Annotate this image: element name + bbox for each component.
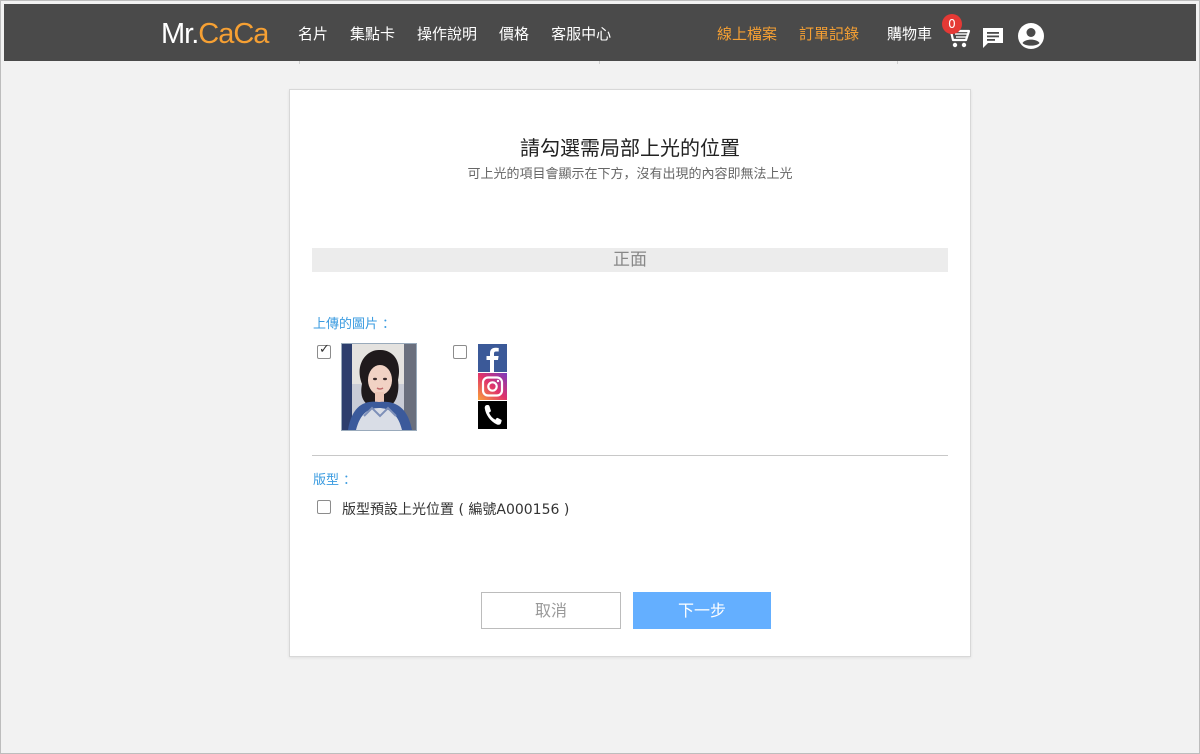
social-icons-checkbox[interactable]: [453, 345, 467, 359]
logo-caca: CaCa: [198, 18, 269, 50]
nav-pricing[interactable]: 價格: [499, 23, 529, 44]
section-divider: [312, 455, 948, 456]
uploaded-images-label: 上傳的圖片 ：: [313, 317, 396, 332]
nav-customer-service[interactable]: 客服中心: [551, 23, 611, 44]
social-icons-image: [478, 344, 507, 429]
gloss-position-dialog: 請勾選需局部上光的位置 可上光的項目會顯示在下方，沒有出現的內容即無法上光 正面…: [289, 89, 971, 657]
nav-separator: [299, 61, 300, 64]
side-header-front: 正面: [312, 248, 948, 272]
cancel-button[interactable]: 取消: [481, 592, 621, 629]
top-navbar: Mr.CaCa 名片 集點卡 操作說明 價格 客服中心 線上檔案 訂單記錄 購物…: [4, 4, 1196, 61]
logo[interactable]: Mr.CaCa: [161, 18, 269, 50]
nav-separator: [599, 61, 600, 64]
logo-mr: Mr.: [161, 18, 199, 50]
template-gloss-option[interactable]: 版型預設上光位置 ( 編號A000156 ): [342, 499, 569, 519]
nav-online-files[interactable]: 線上檔案: [717, 23, 777, 44]
photo-checkbox[interactable]: ✓: [317, 342, 331, 359]
nav-loyalty-card[interactable]: 集點卡: [350, 23, 395, 44]
dialog-title: 請勾選需局部上光的位置: [520, 136, 740, 160]
nav-separator: [897, 61, 898, 64]
portrait-image: [342, 344, 416, 430]
template-label: 版型 ：: [313, 473, 357, 488]
message-icon[interactable]: [981, 26, 1005, 50]
checkmark-icon: ✓: [319, 342, 330, 357]
main-nav: 名片 集點卡 操作說明 價格 客服中心: [298, 23, 611, 44]
social-icons-thumbnail[interactable]: [478, 344, 507, 429]
nav-cart-label[interactable]: 購物車: [887, 23, 932, 44]
cart-count-badge: 0: [942, 14, 962, 34]
next-step-button[interactable]: 下一步: [633, 592, 771, 629]
browser-frame: Mr.CaCa 名片 集點卡 操作說明 價格 客服中心 線上檔案 訂單記錄 購物…: [0, 0, 1200, 754]
nav-order-history[interactable]: 訂單記錄: [799, 23, 859, 44]
account-nav: 線上檔案 訂單記錄: [717, 23, 859, 44]
account-icon[interactable]: [1017, 22, 1045, 50]
nav-business-card[interactable]: 名片: [298, 23, 328, 44]
uploaded-photo-thumbnail[interactable]: [341, 343, 417, 431]
template-gloss-checkbox[interactable]: [317, 500, 331, 514]
nav-instructions[interactable]: 操作說明: [417, 23, 477, 44]
dialog-subtitle: 可上光的項目會顯示在下方，沒有出現的內容即無法上光: [467, 167, 793, 182]
